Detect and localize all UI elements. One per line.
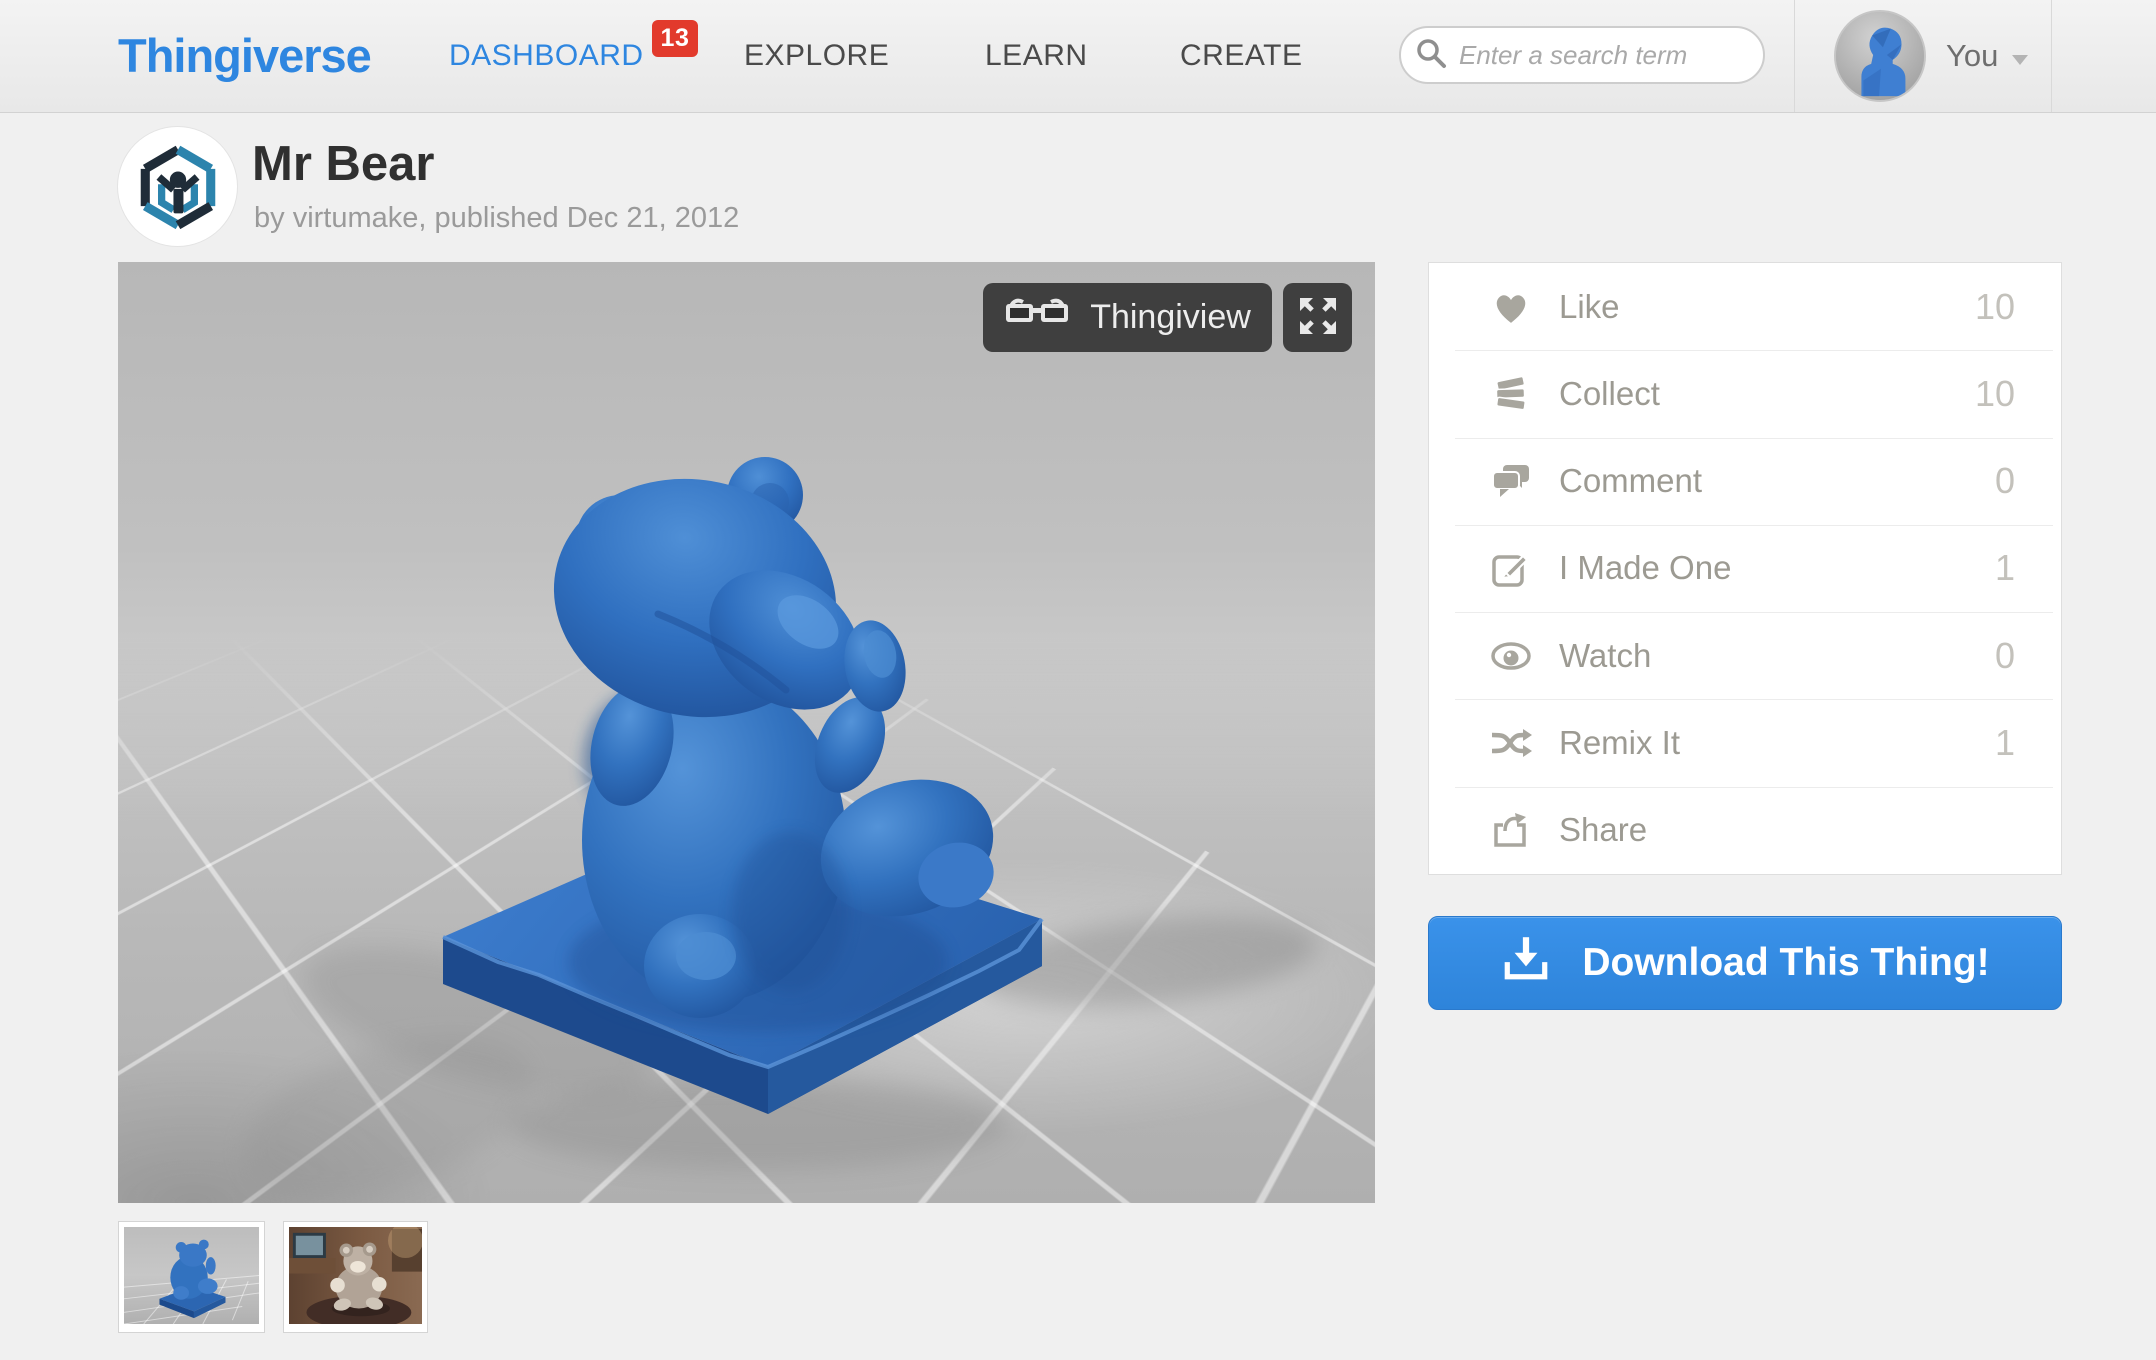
download-button[interactable]: Download This Thing! — [1428, 916, 2062, 1010]
virtumake-cube-logo — [140, 145, 216, 230]
author-link[interactable]: virtumake — [293, 202, 419, 234]
shuffle-icon — [1487, 726, 1535, 760]
page-title: Mr Bear — [252, 137, 435, 191]
collect-stack-icon — [1487, 375, 1535, 413]
i-made-one-action[interactable]: I Made One 1 — [1429, 524, 2061, 612]
comment-count: 0 — [1994, 460, 2015, 502]
search-icon — [1415, 37, 1447, 74]
like-count: 10 — [1974, 285, 2015, 327]
header-divider — [1794, 0, 1795, 112]
chevron-down-icon[interactable] — [2012, 52, 2028, 70]
bear-model-render — [243, 457, 1318, 1199]
like-action[interactable]: Like 10 — [1429, 263, 2061, 350]
header-divider — [2051, 0, 2052, 112]
download-tray-icon — [1500, 932, 1552, 994]
eye-icon — [1487, 641, 1535, 671]
thingiview-label: Thingiview — [1090, 298, 1251, 336]
share-icon — [1487, 811, 1535, 849]
thingiverse-thing-page: Thingiverse DASHBOARD 13 EXPLORE LEARN C… — [0, 0, 2156, 1360]
user-avatar[interactable] — [1834, 10, 1926, 102]
user-menu-label[interactable]: You — [1946, 0, 1998, 112]
render-thumbnail[interactable] — [118, 1221, 265, 1333]
thingiverse-logo[interactable]: Thingiverse — [118, 0, 372, 112]
search-box[interactable] — [1399, 26, 1765, 84]
user-avatar-3d-bust — [1836, 12, 1924, 100]
nav-dashboard[interactable]: DASHBOARD 13 — [449, 0, 699, 112]
nav-learn[interactable]: LEARN — [985, 0, 1088, 112]
top-nav-bar: Thingiverse DASHBOARD 13 EXPLORE LEARN C… — [0, 0, 2156, 113]
heart-icon — [1487, 290, 1535, 324]
fullscreen-expand-icon — [1296, 294, 1340, 341]
photo-thumbnail[interactable] — [283, 1221, 428, 1333]
watch-count: 0 — [1994, 634, 2015, 676]
model-viewport[interactable]: Thingiview — [118, 262, 1375, 1203]
share-action[interactable]: Share — [1429, 786, 2061, 874]
thing-actions-panel: Like 10 Collect 10 Comment 0 I Made One … — [1428, 262, 2062, 875]
fullscreen-button[interactable] — [1283, 283, 1352, 352]
collect-action[interactable]: Collect 10 — [1429, 350, 2061, 437]
search-input[interactable] — [1457, 38, 1749, 72]
watch-action[interactable]: Watch 0 — [1429, 612, 2061, 699]
i-made-one-count: 1 — [1994, 547, 2015, 589]
remix-action[interactable]: Remix It 1 — [1429, 699, 2061, 786]
thingiview-button[interactable]: Thingiview — [983, 283, 1272, 352]
remix-count: 1 — [1994, 722, 2015, 764]
3d-glasses-icon — [1004, 296, 1070, 339]
collect-count: 10 — [1974, 372, 2015, 414]
byline: by virtumake, published Dec 21, 2012 — [254, 202, 740, 234]
nav-explore[interactable]: EXPLORE — [744, 0, 889, 112]
comment-action[interactable]: Comment 0 — [1429, 437, 2061, 525]
notification-badge[interactable]: 13 — [651, 20, 699, 57]
pencil-box-icon — [1487, 549, 1535, 588]
nav-create[interactable]: CREATE — [1180, 0, 1302, 112]
download-button-label: Download This Thing! — [1582, 941, 1990, 984]
comment-bubbles-icon — [1487, 463, 1535, 499]
creator-avatar[interactable] — [118, 127, 237, 246]
